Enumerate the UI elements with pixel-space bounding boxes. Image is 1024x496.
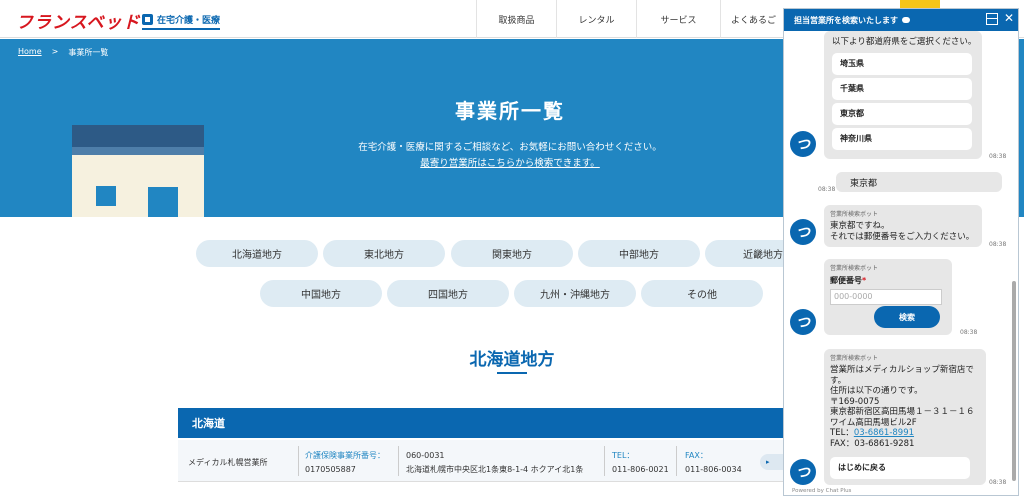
- result-fax-line: FAX：03-6861-9281: [830, 438, 915, 449]
- fax-label: FAX：: [685, 451, 708, 460]
- choice-saitama[interactable]: 埼玉県: [832, 53, 972, 75]
- breadcrumb: Home > 事業所一覧: [18, 47, 108, 58]
- bot-avatar: つ: [790, 459, 816, 485]
- tel-number[interactable]: 011-806-0021: [612, 465, 669, 474]
- choice-intro: 以下より都道府県をご選択ください。: [832, 37, 977, 47]
- result-line: す。: [830, 375, 847, 386]
- building-door: [148, 187, 178, 217]
- powered-by: Powered by Chat Plus: [792, 488, 852, 494]
- hero-description: 在宅介護・医療に関するご相談など、お気軽にお問い合わせください。 最寄り営業所は…: [320, 140, 700, 172]
- close-icon[interactable]: ✕: [1004, 11, 1014, 25]
- breadcrumb-current: 事業所一覧: [68, 48, 109, 57]
- divider: [398, 446, 399, 476]
- message-time: 08:38: [989, 153, 1007, 160]
- care-number-label: 介護保険事業所番号：: [305, 451, 385, 460]
- building-window: [96, 186, 116, 206]
- bot-name: 営業所検索ボット: [830, 211, 879, 218]
- category-tab[interactable]: 在宅介護・医療: [142, 10, 221, 30]
- logo[interactable]: フランスベッド: [16, 8, 140, 33]
- building-strip: [72, 147, 204, 155]
- house-icon: [142, 13, 153, 25]
- category-label: 在宅介護・医療: [157, 15, 221, 26]
- bot-message: 営業所検索ボット 東京都ですね。 それでは郵便番号をご入力ください。: [824, 205, 982, 247]
- bot-name: 営業所検索ボット: [830, 265, 879, 272]
- bot-avatar: つ: [790, 309, 816, 335]
- office-name: メディカル札幌営業所: [188, 458, 268, 467]
- choice-tokyo[interactable]: 東京都: [832, 103, 972, 125]
- nav-service[interactable]: サービス: [636, 0, 720, 38]
- result-line: 住所は以下の通りです。: [830, 386, 923, 396]
- building-illustration: [72, 125, 204, 147]
- zip-code: 060-0031: [406, 451, 445, 460]
- breadcrumb-home[interactable]: Home: [18, 47, 42, 58]
- divider: [604, 446, 605, 476]
- message-time: 08:38: [818, 186, 836, 193]
- choice-chiba[interactable]: 千葉県: [832, 78, 972, 100]
- divider: [298, 446, 299, 476]
- chat-title: 担当営業所を検索いたします: [794, 15, 898, 25]
- tel-label: TEL：: [612, 451, 635, 460]
- choice-kanagawa[interactable]: 神奈川県: [832, 128, 972, 150]
- result-line: 〒169-0075: [830, 396, 880, 407]
- message-time: 08:38: [989, 479, 1007, 486]
- region-kinki[interactable]: 近畿地方: [705, 240, 783, 267]
- address-cell: 060-0031 北海道札幌市中央区北1条東8-1-4 ホクアイ北1条: [406, 449, 583, 477]
- bot-name: 営業所検索ボット: [830, 355, 879, 362]
- result-tel-line: TEL：03-6861-8991: [830, 428, 980, 439]
- nearest-office-link[interactable]: 最寄り営業所はこちらから検索できます。: [320, 156, 700, 172]
- region-tohoku[interactable]: 東北地方: [323, 240, 445, 267]
- user-message-text: 東京都: [850, 179, 878, 189]
- reply-line: 東京都ですね。: [830, 221, 890, 231]
- region-chugoku[interactable]: 中国地方: [260, 280, 382, 307]
- prefecture-header: 北海道: [178, 408, 788, 438]
- region-hokkaido[interactable]: 北海道地方: [196, 240, 318, 267]
- fax-number: 011-806-0034: [685, 465, 742, 474]
- speech-bubble-icon: [902, 17, 910, 23]
- main-nav: 取扱商品 レンタル サービス よくあるご: [476, 0, 804, 38]
- nav-products[interactable]: 取扱商品: [476, 0, 556, 38]
- care-number: 0170505887: [305, 465, 356, 474]
- required-mark: *: [862, 276, 867, 285]
- chat-header: 担当営業所を検索いたします: [784, 9, 1018, 31]
- section-underline: [497, 372, 527, 374]
- care-number-cell: 介護保険事業所番号： 0170505887: [305, 449, 385, 477]
- fax-cell: FAX： 011-806-0034: [685, 449, 742, 477]
- result-tel-label: TEL：: [830, 428, 854, 438]
- section-title: 北海道地方: [469, 350, 555, 370]
- hero-text: 在宅介護・医療に関するご相談など、お気軽にお問い合わせください。: [358, 142, 662, 153]
- message-time: 08:38: [960, 329, 978, 336]
- message-time: 08:38: [989, 241, 1007, 248]
- zip-input[interactable]: 000-0000: [830, 289, 942, 305]
- chat-messages[interactable]: 以下より都道府県をご選択ください。 埼玉県 千葉県 東京都 神奈川県 つ 08:…: [784, 31, 1018, 495]
- result-line: 東京都新宿区高田馬場１－３１－１６: [830, 407, 975, 417]
- region-chubu[interactable]: 中部地方: [578, 240, 700, 267]
- address: 北海道札幌市中央区北1条東8-1-4 ホクアイ北1条: [406, 465, 584, 474]
- region-other[interactable]: その他: [641, 280, 763, 307]
- divider: [676, 446, 677, 476]
- zip-label-text: 郵便番号: [830, 276, 862, 285]
- chat-scrollbar[interactable]: [1012, 281, 1016, 481]
- prefecture-choice-bubble: 以下より都道府県をご選択ください。 埼玉県 千葉県 東京都 神奈川県: [824, 31, 982, 159]
- breadcrumb-separator: >: [51, 47, 59, 56]
- region-kyushu-okinawa[interactable]: 九州・沖縄地方: [514, 280, 636, 307]
- region-kanto[interactable]: 関東地方: [451, 240, 573, 267]
- reply-line: それでは郵便番号をご入力ください。: [830, 232, 975, 242]
- search-button[interactable]: 検索: [874, 306, 940, 328]
- user-message: 東京都: [836, 172, 1002, 192]
- page-title: 事業所一覧: [455, 99, 565, 123]
- result-line: ワイム高田馬場ビル2F: [830, 417, 917, 428]
- tel-cell: TEL： 011-806-0021: [612, 449, 669, 477]
- bot-avatar: つ: [790, 131, 816, 157]
- result-line: 営業所はメディカルショップ新宿店で: [830, 365, 974, 375]
- back-to-start-button[interactable]: はじめに戻る: [830, 457, 970, 479]
- region-shikoku[interactable]: 四国地方: [387, 280, 509, 307]
- building-wall: [72, 155, 204, 217]
- nav-rental[interactable]: レンタル: [556, 0, 636, 38]
- zip-label: 郵便番号*: [830, 275, 946, 286]
- bot-avatar: つ: [790, 219, 816, 245]
- result-tel-link[interactable]: 03-6861-8991: [854, 428, 914, 438]
- minimize-icon[interactable]: [986, 13, 998, 25]
- result-bubble: 営業所検索ボット 営業所はメディカルショップ新宿店で す。 住所は以下の通りです…: [824, 349, 986, 485]
- chat-widget: 担当営業所を検索いたします ✕ 以下より都道府県をご選択ください。 埼玉県 千葉…: [783, 8, 1019, 496]
